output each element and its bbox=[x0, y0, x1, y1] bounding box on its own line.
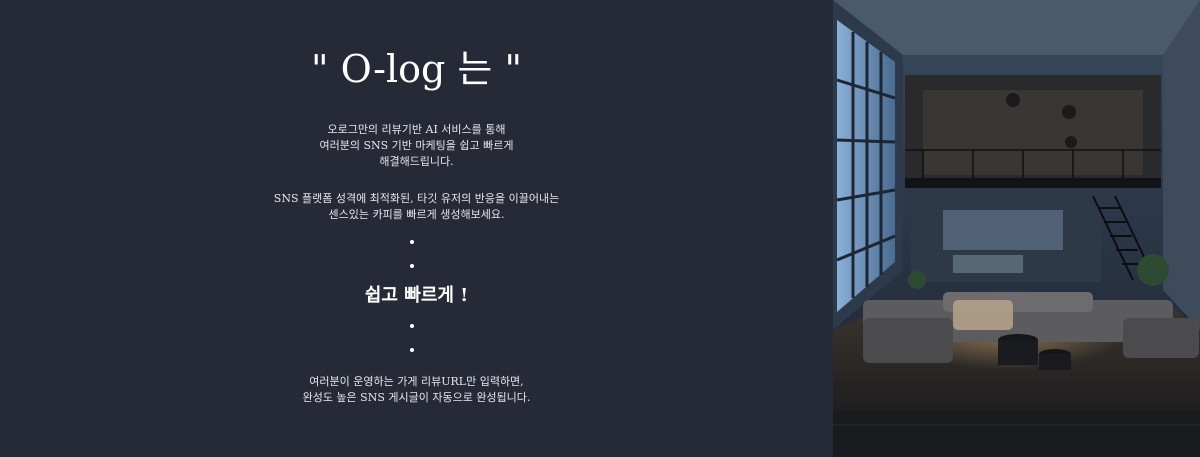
landing-section: " O-log 는 " 오로그만의 리뷰기반 AI 서비스를 통해 여러분의 S… bbox=[0, 0, 1200, 457]
separator-dot bbox=[410, 324, 414, 328]
interior-photo bbox=[833, 0, 1200, 457]
intro-paragraph: 오로그만의 리뷰기반 AI 서비스를 통해 여러분의 SNS 기반 마케팅을 쉽… bbox=[0, 122, 833, 170]
outro-line: 여러분이 운영하는 가게 리뷰URL만 입력하면, bbox=[309, 375, 524, 388]
intro-line: 해결해드립니다. bbox=[379, 155, 454, 168]
platform-line: SNS 플랫폼 성격에 최적화된, 타깃 유저의 반응을 이끌어내는 bbox=[273, 192, 560, 205]
outro-line: 완성도 높은 SNS 게시글이 자동으로 완성됩니다. bbox=[302, 391, 531, 404]
platform-line: 센스있는 카피를 빠르게 생성해보세요. bbox=[328, 208, 505, 221]
separator-dot bbox=[410, 264, 414, 268]
separator-dot bbox=[410, 240, 414, 244]
intro-line: 여러분의 SNS 기반 마케팅을 쉽고 빠르게 bbox=[319, 139, 514, 152]
intro-line: 오로그만의 리뷰기반 AI 서비스를 통해 bbox=[327, 123, 506, 136]
intro-panel: " O-log 는 " 오로그만의 리뷰기반 AI 서비스를 통해 여러분의 S… bbox=[0, 0, 833, 457]
loft-interior-illustration bbox=[833, 0, 1200, 457]
highlight-text: 쉽고 빠르게 ! bbox=[364, 285, 469, 306]
separator-dot bbox=[410, 348, 414, 352]
brand-title: " O-log 는 " bbox=[311, 47, 522, 91]
platform-paragraph: SNS 플랫폼 성격에 최적화된, 타깃 유저의 반응을 이끌어내는 센스있는 … bbox=[0, 191, 833, 223]
outro-paragraph: 여러분이 운영하는 가게 리뷰URL만 입력하면, 완성도 높은 SNS 게시글… bbox=[0, 374, 833, 406]
